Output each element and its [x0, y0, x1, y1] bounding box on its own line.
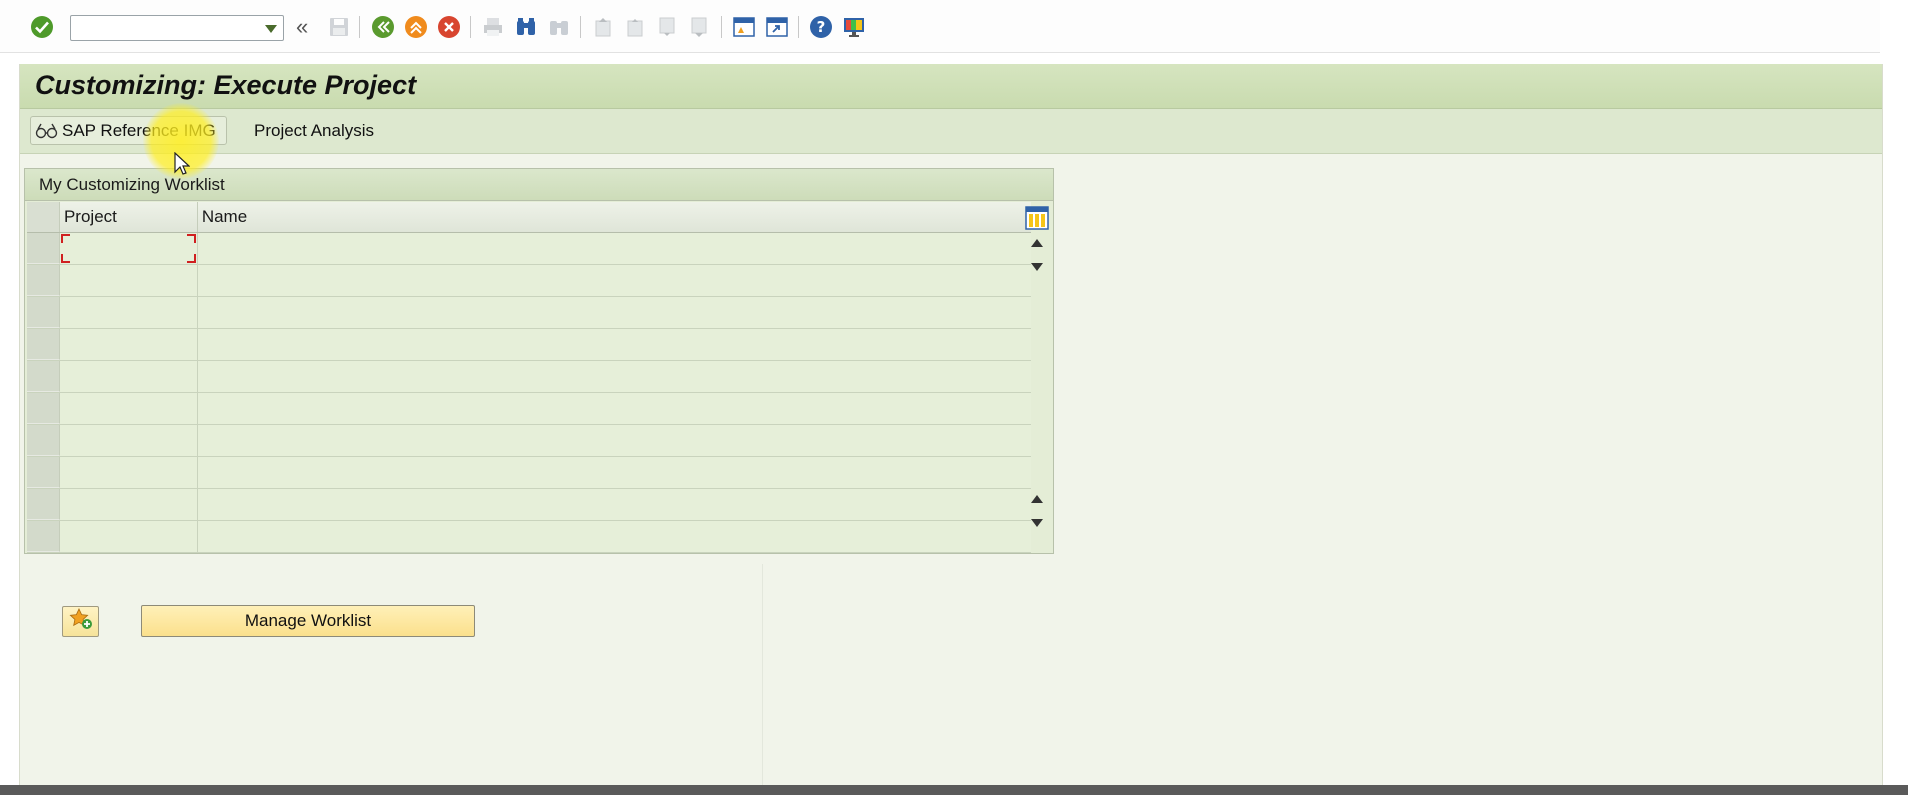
project-analysis-label: Project Analysis	[254, 120, 374, 140]
star-add-icon	[68, 608, 93, 635]
name-cell[interactable]	[198, 297, 1031, 328]
project-cell[interactable]	[60, 265, 198, 296]
new-session-icon[interactable]	[731, 14, 757, 40]
name-cell[interactable]	[198, 489, 1031, 520]
row-selector[interactable]	[27, 297, 60, 328]
table-row[interactable]	[27, 425, 1031, 457]
focus-corner-marker	[187, 234, 196, 243]
add-favorite-button[interactable]	[62, 606, 99, 637]
worklist-heading: My Customizing Worklist	[25, 169, 1053, 201]
name-cell[interactable]	[198, 521, 1031, 552]
glasses-icon	[35, 122, 59, 140]
project-cell[interactable]	[60, 425, 198, 456]
project-cell[interactable]	[60, 521, 198, 552]
project-cell[interactable]	[60, 233, 198, 264]
table-row[interactable]	[27, 489, 1031, 521]
table-row[interactable]	[27, 521, 1031, 553]
row-selector[interactable]	[27, 265, 60, 296]
svg-text:?: ?	[817, 18, 826, 36]
scroll-page-up-icon[interactable]	[1031, 495, 1043, 503]
save-icon[interactable]	[326, 14, 352, 40]
select-all-cell[interactable]	[27, 202, 60, 232]
command-input[interactable]	[75, 17, 259, 41]
status-bar	[0, 785, 1908, 795]
name-cell[interactable]	[198, 329, 1031, 360]
last-page-icon[interactable]	[686, 14, 712, 40]
table-row[interactable]	[27, 297, 1031, 329]
name-cell[interactable]	[198, 393, 1031, 424]
sap-reference-img-label: SAP Reference IMG	[62, 120, 216, 140]
project-cell[interactable]	[60, 489, 198, 520]
name-cell[interactable]	[198, 361, 1031, 392]
table-row[interactable]	[27, 393, 1031, 425]
row-selector[interactable]	[27, 521, 60, 552]
scroll-down-icon[interactable]	[1031, 263, 1043, 271]
command-field[interactable]	[70, 15, 284, 41]
column-header-name[interactable]: Name	[198, 202, 1031, 232]
name-cell[interactable]	[198, 457, 1031, 488]
worklist-panel: My Customizing Worklist Project Name	[24, 168, 1054, 554]
toolbar-separator	[580, 16, 581, 38]
enter-check-icon[interactable]	[29, 14, 55, 40]
table-settings-icon[interactable]	[1025, 206, 1049, 230]
row-selector[interactable]	[27, 489, 60, 520]
scroll-top-controls	[1027, 231, 1047, 279]
manage-worklist-button[interactable]: Manage Worklist	[141, 605, 475, 637]
column-header-project[interactable]: Project	[60, 202, 198, 232]
worklist-table: Project Name	[27, 202, 1031, 553]
project-cell[interactable]	[60, 361, 198, 392]
name-cell[interactable]	[198, 265, 1031, 296]
table-row[interactable]	[27, 457, 1031, 489]
toolbar-separator	[359, 16, 360, 38]
application-toolbar: SAP Reference IMG Project Analysis	[20, 109, 1882, 154]
collapse-command-field-icon[interactable]: «	[296, 14, 308, 40]
table-row[interactable]	[27, 329, 1031, 361]
shortcut-icon[interactable]	[764, 14, 790, 40]
customize-layout-icon[interactable]	[841, 14, 867, 40]
page-title: Customizing: Execute Project	[35, 70, 417, 100]
title-bar: Customizing: Execute Project	[20, 64, 1882, 109]
name-cell[interactable]	[198, 233, 1031, 264]
name-cell[interactable]	[198, 425, 1031, 456]
screen-divider	[762, 564, 763, 795]
table-row[interactable]	[27, 361, 1031, 393]
row-selector[interactable]	[27, 361, 60, 392]
row-selector[interactable]	[27, 233, 60, 264]
table-header-row: Project Name	[27, 202, 1031, 233]
chevron-down-icon[interactable]	[265, 25, 277, 33]
sap-reference-img-button[interactable]: SAP Reference IMG	[30, 116, 227, 145]
main-frame: Customizing: Execute Project SAP Referen…	[19, 64, 1883, 795]
project-cell[interactable]	[60, 297, 198, 328]
focus-corner-marker	[61, 254, 70, 263]
project-cell[interactable]	[60, 457, 198, 488]
table-row[interactable]	[27, 233, 1031, 265]
next-page-icon[interactable]	[654, 14, 680, 40]
focus-corner-marker	[61, 234, 70, 243]
system-toolbar: « ?	[0, 0, 1880, 53]
exit-icon[interactable]	[403, 14, 429, 40]
toolbar-separator	[721, 16, 722, 38]
table-row[interactable]	[27, 265, 1031, 297]
toolbar-separator	[798, 16, 799, 38]
toolbar-separator	[470, 16, 471, 38]
project-cell[interactable]	[60, 329, 198, 360]
first-page-icon[interactable]	[590, 14, 616, 40]
project-cell[interactable]	[60, 393, 198, 424]
back-icon[interactable]	[370, 14, 396, 40]
project-analysis-button[interactable]: Project Analysis	[254, 116, 374, 145]
find-next-icon[interactable]	[546, 14, 572, 40]
help-icon[interactable]: ?	[808, 14, 834, 40]
cancel-icon[interactable]	[436, 14, 462, 40]
row-selector[interactable]	[27, 329, 60, 360]
find-icon[interactable]	[513, 14, 539, 40]
focus-corner-marker	[187, 254, 196, 263]
scroll-page-down-icon[interactable]	[1031, 519, 1043, 527]
row-selector[interactable]	[27, 457, 60, 488]
print-icon[interactable]	[480, 14, 506, 40]
scroll-up-icon[interactable]	[1031, 239, 1043, 247]
row-selector[interactable]	[27, 393, 60, 424]
scroll-bottom-controls	[1027, 487, 1047, 535]
previous-page-icon[interactable]	[622, 14, 648, 40]
row-selector[interactable]	[27, 425, 60, 456]
